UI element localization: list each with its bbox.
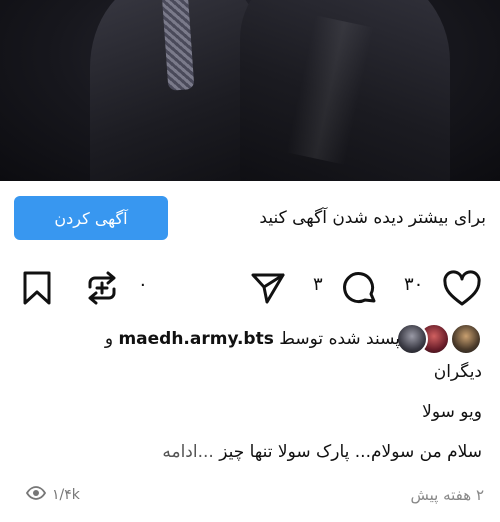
- liker-username[interactable]: maedh.army.bts: [118, 329, 273, 349]
- views-count: ۱/۴k: [52, 487, 80, 503]
- promote-button[interactable]: آگهی کردن: [14, 196, 168, 240]
- post-media[interactable]: [0, 0, 500, 181]
- caption-title: ویو سولا: [422, 402, 482, 422]
- liker-avatars[interactable]: [396, 323, 482, 355]
- action-bar: ۰ ۳ ۳۰: [0, 264, 500, 310]
- likes-suffix: و: [104, 329, 114, 349]
- likes-text: پسند شده توسط maedh.army.bts و: [105, 329, 400, 349]
- views-counter: ۱/۴k: [25, 486, 80, 504]
- post-footer: ۱/۴k ۲ هفته پیش: [0, 484, 500, 508]
- promote-bar: آگهی کردن برای بیشتر دیده شدن آگهی کنید: [0, 192, 500, 244]
- avatar: [396, 323, 428, 355]
- eye-icon: [25, 486, 47, 504]
- caption-body: سلام من سولام... پارک سولا تنها چیز ...ا…: [162, 442, 482, 462]
- bookmark-icon[interactable]: [20, 270, 54, 310]
- caption-text: سلام من سولام... پارک سولا تنها چیز: [219, 442, 482, 462]
- heart-icon[interactable]: [441, 270, 483, 312]
- send-icon[interactable]: [249, 270, 287, 310]
- caption-more-link[interactable]: ...ادامه: [162, 442, 213, 462]
- likes-others[interactable]: دیگران: [20, 362, 482, 382]
- promote-text: برای بیشتر دیده شدن آگهی کنید: [259, 208, 486, 228]
- likes-summary[interactable]: پسند شده توسط maedh.army.bts و دیگران: [0, 318, 500, 398]
- repost-count: ۰: [138, 274, 148, 295]
- likes-prefix: پسند شده توسط: [279, 329, 400, 349]
- post-time: ۲ هفته پیش: [410, 486, 485, 504]
- repost-icon[interactable]: [83, 270, 121, 310]
- like-count: ۳۰: [404, 274, 424, 295]
- comment-count: ۳: [313, 274, 323, 295]
- avatar: [450, 323, 482, 355]
- comment-icon[interactable]: [340, 270, 380, 312]
